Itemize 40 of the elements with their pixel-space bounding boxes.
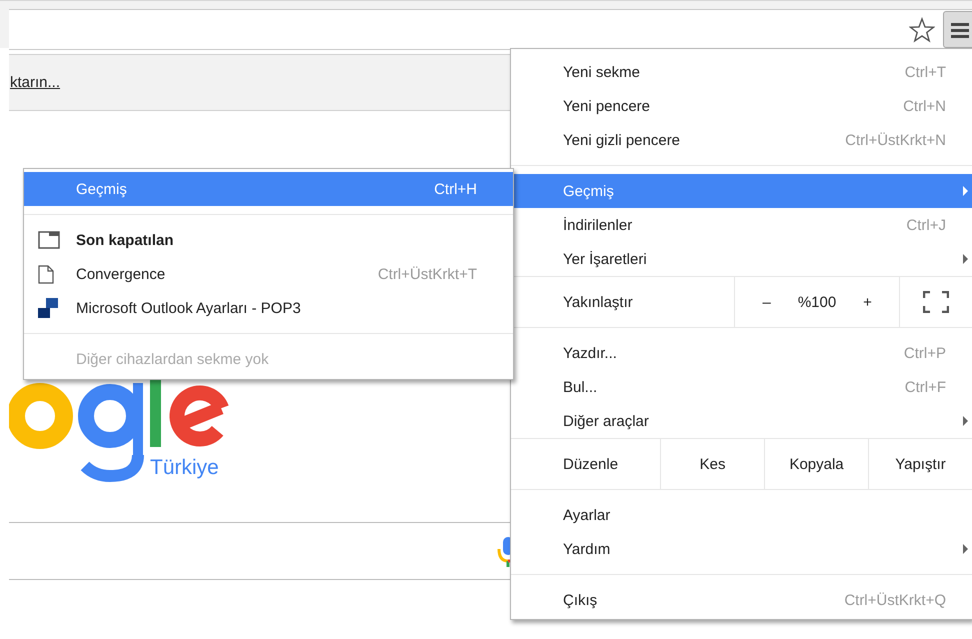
site-icon <box>38 298 58 318</box>
menu-item[interactable]: Microsoft Outlook Ayarları - POP3 <box>24 291 513 325</box>
menu-item[interactable]: Yardım <box>511 532 972 566</box>
menu-item[interactable]: Yer İşaretleri <box>511 242 972 276</box>
submenu-arrow-icon <box>963 416 968 426</box>
menu-item[interactable]: Bul... Ctrl+F <box>511 370 972 404</box>
edit-button[interactable]: Yapıştır <box>868 439 972 489</box>
menu-item[interactable]: Diğer araçlar <box>511 404 972 438</box>
infobar-link[interactable]: ktarın... <box>10 74 60 91</box>
edit-label: Düzenle <box>563 456 618 472</box>
window-icon <box>38 231 60 249</box>
menu-header[interactable]: Son kapatılan <box>24 223 513 257</box>
search-field[interactable] <box>9 522 510 580</box>
menu-item[interactable]: İndirilenler Ctrl+J <box>511 208 972 242</box>
menu-button[interactable] <box>943 11 972 48</box>
menu-icon <box>950 22 968 38</box>
menu-item[interactable]: Geçmiş Ctrl+H <box>24 172 513 206</box>
menu-item[interactable]: Yeni gizli pencere Ctrl+ÜstKrkt+N <box>511 123 972 157</box>
microphone-icon[interactable] <box>497 535 510 569</box>
zoom-in-button[interactable]: + <box>863 294 872 310</box>
fullscreen-icon[interactable] <box>923 291 950 313</box>
menu-item[interactable]: Ayarlar <box>511 498 972 532</box>
zoom-level: %100 <box>798 294 836 310</box>
page-icon <box>38 264 54 284</box>
menu-note: Diğer cihazlardan sekme yok <box>75 350 270 370</box>
zoom-label: Yakınlaştır <box>563 294 633 310</box>
edit-button[interactable]: Kopyala <box>764 439 868 489</box>
menu-item[interactable]: Yazdır... Ctrl+P <box>511 336 972 370</box>
submenu-arrow-icon <box>963 254 968 264</box>
menu-item[interactable]: Yeni pencere Ctrl+N <box>511 89 972 123</box>
edit-button[interactable]: Kes <box>660 439 764 489</box>
zoom-out-button[interactable]: – <box>762 294 771 310</box>
menu-item[interactable]: Yeni sekme Ctrl+T <box>511 55 972 89</box>
star-icon[interactable] <box>909 16 935 42</box>
menu-item[interactable]: Convergence Ctrl+ÜstKrkt+T <box>24 257 513 291</box>
menu-item[interactable]: Çıkış Ctrl+ÜstKrkt+Q <box>511 583 972 617</box>
submenu-arrow-icon <box>963 544 968 554</box>
submenu-arrow-icon <box>963 186 968 196</box>
logo-subtitle: Türkiye <box>150 456 220 480</box>
menu-item[interactable]: Geçmiş <box>511 174 972 208</box>
